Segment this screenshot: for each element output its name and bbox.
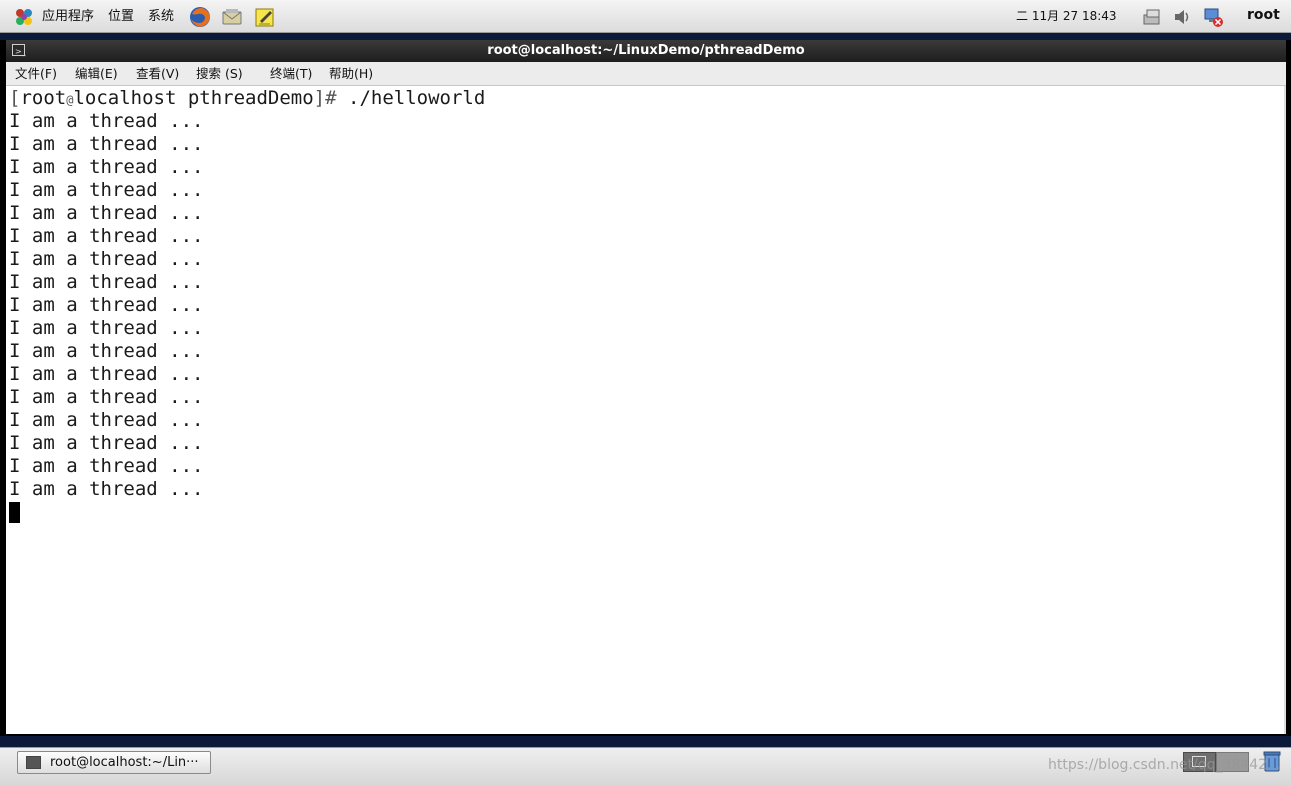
output-line: I am a thread ...	[9, 248, 204, 270]
user-name[interactable]: root	[1247, 7, 1280, 24]
output-line: I am a thread ...	[9, 294, 204, 316]
top-panel: 应用程序 位置 系统 二 11月 27 18:43 root	[0, 0, 1291, 33]
scrollbar[interactable]	[1284, 86, 1286, 734]
output-line: I am a thread ...	[9, 156, 204, 178]
desktop-background-bottom	[0, 736, 1291, 747]
window-title: root@localhost:~/LinuxDemo/pthreadDemo	[487, 43, 805, 58]
volume-icon[interactable]	[1172, 6, 1194, 28]
notes-icon[interactable]	[254, 6, 276, 28]
text-cursor	[9, 502, 20, 523]
clock[interactable]: 二 11月 27 18:43	[1016, 8, 1117, 25]
cursor-line	[9, 501, 485, 524]
menu-applications[interactable]: 应用程序	[42, 8, 94, 25]
output-line: I am a thread ...	[9, 317, 204, 339]
prompt-close-bracket: ]	[313, 87, 326, 109]
prompt-symbol: #	[325, 87, 337, 109]
desktop-background	[0, 33, 1291, 40]
network-icon[interactable]	[1140, 6, 1162, 28]
window-titlebar[interactable]: >_ root@localhost:~/LinuxDemo/pthreadDem…	[6, 40, 1286, 62]
prompt-user: root	[20, 87, 67, 109]
output-line: I am a thread ...	[9, 271, 204, 293]
output-line: I am a thread ...	[9, 179, 204, 201]
menu-help[interactable]: 帮助(H)	[329, 66, 373, 82]
output-line: I am a thread ...	[9, 409, 204, 431]
prompt-command: ./helloworld	[336, 87, 486, 109]
output-line: I am a thread ...	[9, 386, 204, 408]
watermark: https://blog.csdn.net/qq_38442...	[1048, 757, 1281, 773]
terminal-icon[interactable]: >_	[12, 44, 26, 56]
prompt-open-bracket: [	[9, 87, 21, 109]
menu-search[interactable]: 搜索 (S)	[196, 66, 243, 82]
taskbar-window-button[interactable]: root@localhost:~/Lin···	[17, 751, 211, 774]
terminal-output: [root@localhost pthreadDemo]# ./hellowor…	[9, 87, 485, 524]
output-line: I am a thread ...	[9, 455, 204, 477]
terminal-task-icon	[26, 756, 41, 769]
output-line: I am a thread ...	[9, 133, 204, 155]
menu-system[interactable]: 系统	[148, 8, 174, 25]
output-line: I am a thread ...	[9, 478, 204, 500]
prompt-host-dir: localhost pthreadDemo	[73, 87, 314, 109]
output-line: I am a thread ...	[9, 432, 204, 454]
terminal-area[interactable]: [root@localhost pthreadDemo]# ./hellowor…	[6, 86, 1286, 734]
mail-icon[interactable]	[221, 6, 243, 28]
applications-icon[interactable]	[13, 6, 35, 28]
output-line: I am a thread ...	[9, 202, 204, 224]
menu-edit[interactable]: 编辑(E)	[75, 66, 118, 82]
output-line: I am a thread ...	[9, 225, 204, 247]
prompt-line: [root@localhost pthreadDemo]# ./hellowor…	[9, 87, 485, 110]
firefox-icon[interactable]	[189, 6, 211, 28]
menu-file[interactable]: 文件(F)	[15, 66, 57, 82]
network-disconnected-icon[interactable]	[1202, 6, 1224, 28]
menu-view[interactable]: 查看(V)	[136, 66, 179, 82]
menubar: 文件(F) 编辑(E) 查看(V) 搜索 (S) 终端(T) 帮助(H)	[6, 62, 1286, 86]
output-line: I am a thread ...	[9, 110, 204, 132]
menu-terminal[interactable]: 终端(T)	[270, 66, 312, 82]
output-line: I am a thread ...	[9, 340, 204, 362]
output-line: I am a thread ...	[9, 363, 204, 385]
taskbar-window-label: root@localhost:~/Lin···	[50, 755, 199, 770]
menu-places[interactable]: 位置	[108, 8, 134, 25]
